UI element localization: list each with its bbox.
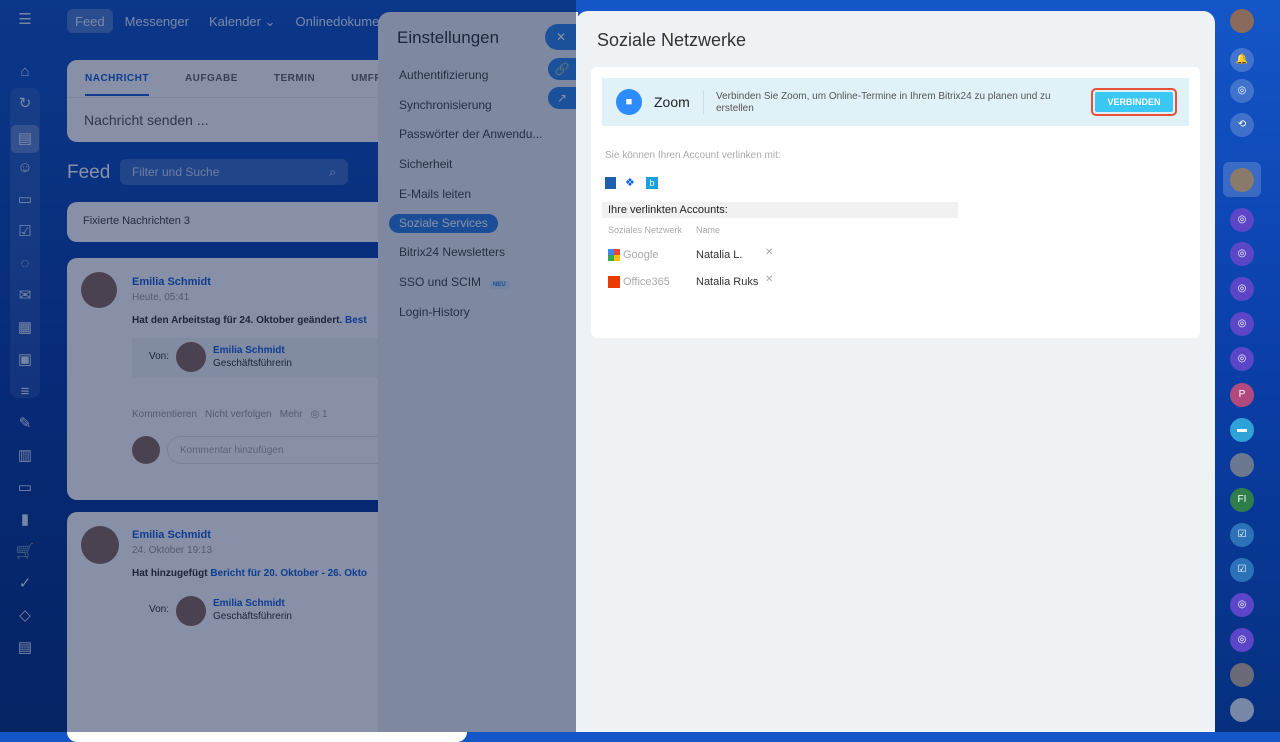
overlay xyxy=(0,0,576,732)
chat-avatar[interactable] xyxy=(1230,168,1254,192)
user-avatar[interactable] xyxy=(1230,9,1254,33)
social-networks-panel: Soziale Netzwerke ■ Zoom Verbinden Sie Z… xyxy=(576,11,1215,732)
group-avatar[interactable] xyxy=(1230,453,1254,477)
copilot-chat-icon[interactable]: ◎ xyxy=(1230,208,1254,232)
copilot-chat-icon[interactable]: ◎ xyxy=(1230,593,1254,617)
box-icon[interactable]: b xyxy=(646,177,658,189)
search-chat-icon[interactable]: ⟲ xyxy=(1230,113,1254,137)
remove-account-icon[interactable]: ✕ xyxy=(765,247,773,258)
verbinden-button[interactable]: VERBINDEN xyxy=(1095,92,1173,112)
task-chat-icon[interactable]: ☑ xyxy=(1230,558,1254,582)
chat-message-icon[interactable]: ▬ xyxy=(1230,418,1254,442)
account-row-network: Google xyxy=(608,249,658,261)
col-name: Name xyxy=(696,225,721,235)
link-hint: Sie können Ihren Account verlinken mit: xyxy=(605,150,781,161)
copilot-icon[interactable]: ◎ xyxy=(1230,79,1254,103)
copilot-chat-icon[interactable]: ◎ xyxy=(1230,242,1254,266)
office365-icon xyxy=(608,276,620,288)
zoom-description: Verbinden Sie Zoom, um Online-Termine in… xyxy=(716,91,1051,114)
chat-avatar[interactable] xyxy=(1230,663,1254,687)
zoom-name: Zoom xyxy=(654,94,690,110)
remove-account-icon[interactable]: ✕ xyxy=(765,274,773,285)
chat-avatar-p[interactable]: P xyxy=(1230,383,1254,407)
zoom-row: ■ Zoom Verbinden Sie Zoom, um Online-Ter… xyxy=(602,78,1189,126)
zoom-icon: ■ xyxy=(616,89,642,115)
chat-avatar-fi[interactable]: FI xyxy=(1230,488,1254,512)
linked-accounts-title: Ihre verlinkten Accounts: xyxy=(602,202,958,218)
copilot-chat-icon[interactable]: ◎ xyxy=(1230,312,1254,336)
col-network: Soziales Netzwerk xyxy=(608,225,683,235)
task-chat-icon[interactable]: ☑ xyxy=(1230,523,1254,547)
bell-icon[interactable]: 🔔 xyxy=(1230,48,1254,72)
copilot-chat-icon[interactable]: ◎ xyxy=(1230,628,1254,652)
account-name: Natalia Ruks xyxy=(696,276,759,288)
google-icon xyxy=(608,249,620,261)
bitrix-icon[interactable] xyxy=(605,177,616,189)
dropbox-icon[interactable]: ❖ xyxy=(625,177,637,189)
account-row-network: Office365 xyxy=(608,276,670,288)
copilot-chat-icon[interactable]: ◎ xyxy=(1230,347,1254,371)
account-name: Natalia L. xyxy=(696,249,743,261)
copilot-chat-icon[interactable]: ◎ xyxy=(1230,277,1254,301)
right-sidebar: 🔔 ◎ ⟲ ◎ ◎ ◎ ◎ ◎ P ▬ FI ☑ ☑ ◎ ◎ xyxy=(1215,0,1280,732)
panel-title: Soziale Netzwerke xyxy=(597,30,747,50)
chat-avatar[interactable] xyxy=(1230,698,1254,722)
